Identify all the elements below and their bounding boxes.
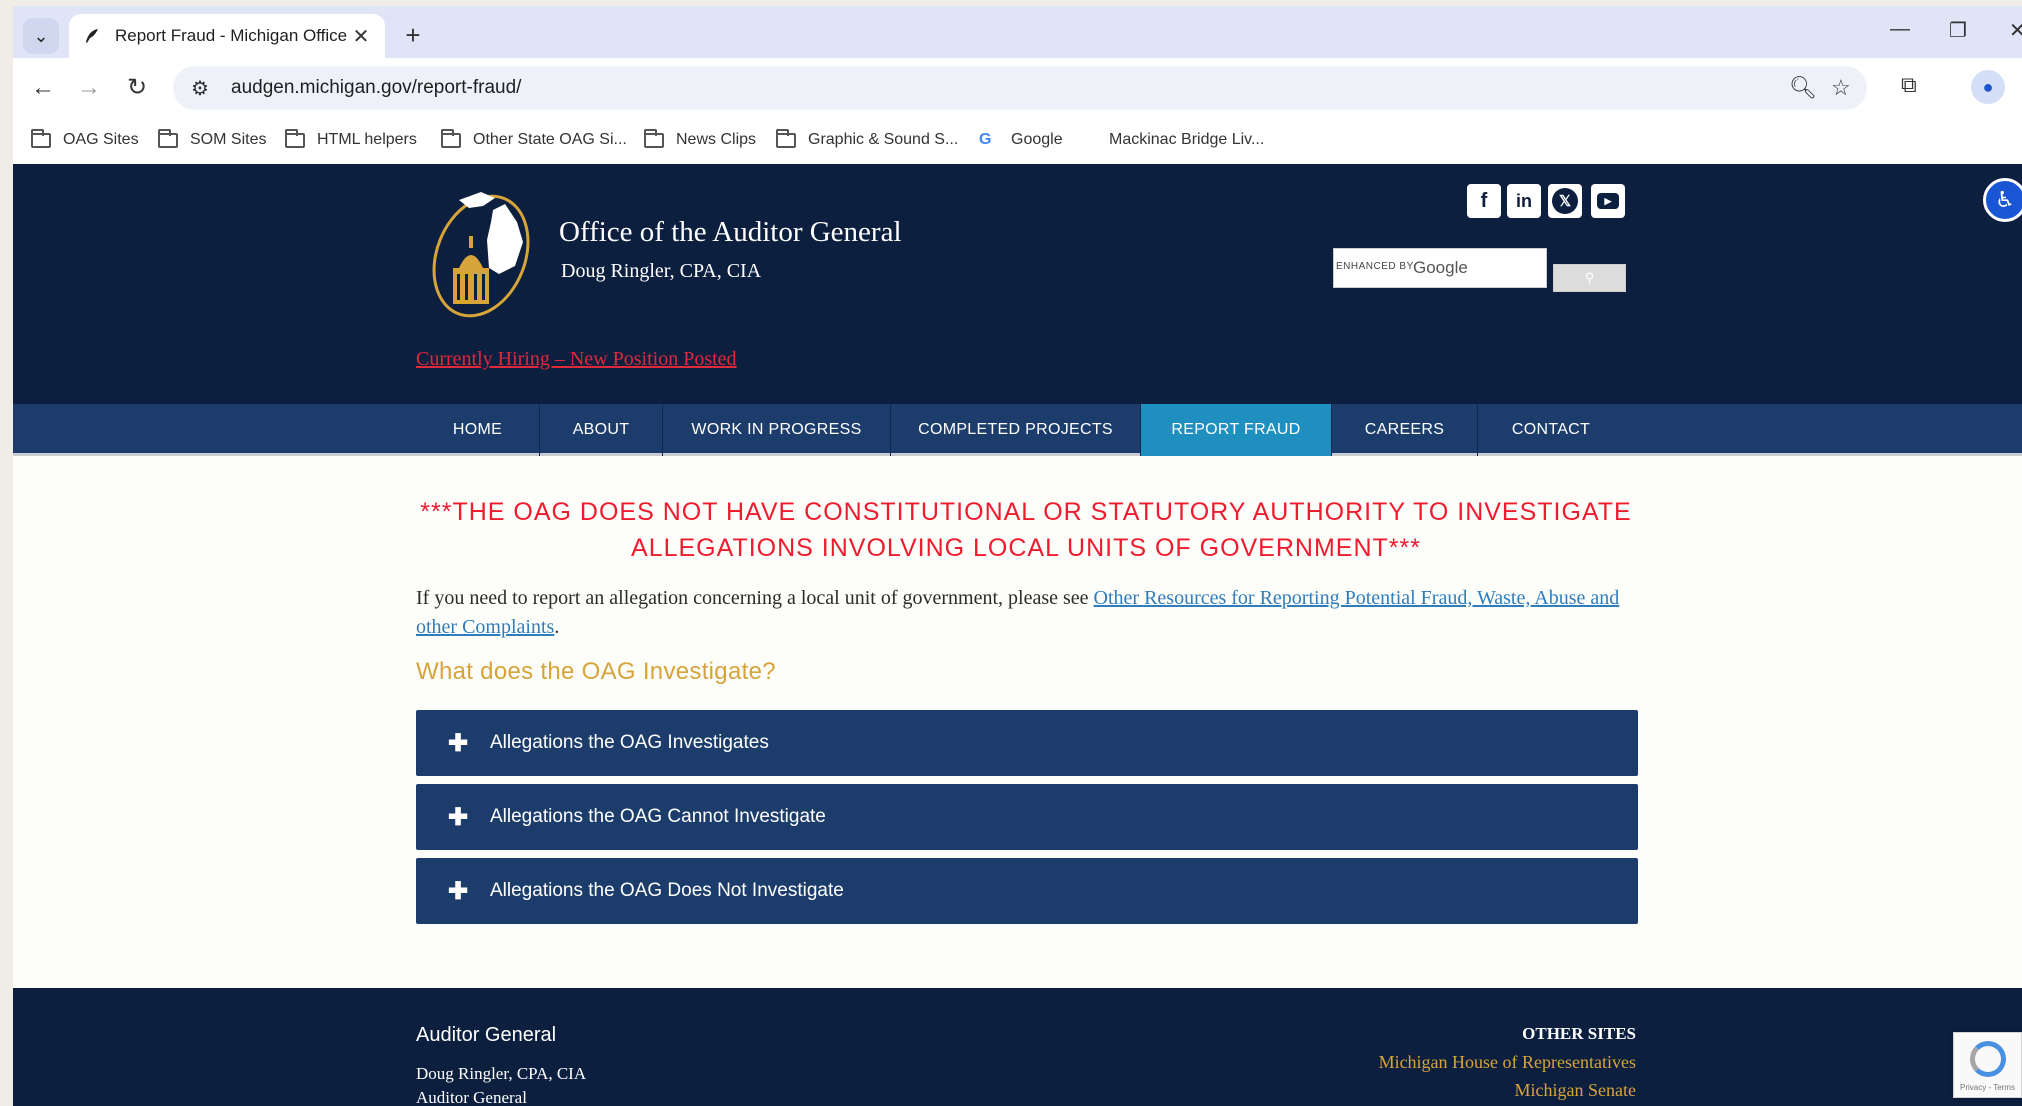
bookmark-news-clips[interactable]: News Clips bbox=[644, 128, 757, 149]
active-tab[interactable]: Report Fraud - Michigan Office ✕ bbox=[69, 14, 385, 58]
plus-icon: ✚ bbox=[448, 803, 469, 831]
nav-contact[interactable]: CONTACT bbox=[1478, 404, 1624, 456]
plus-icon: ✚ bbox=[448, 729, 469, 757]
profile-avatar-icon[interactable]: ● bbox=[1971, 70, 2005, 104]
org-subtitle: Doug Ringler, CPA, CIA bbox=[561, 260, 762, 282]
bookmark-mackinac[interactable]: Mackinac Bridge Liv... bbox=[1109, 131, 1264, 149]
recaptcha-icon bbox=[1970, 1041, 2006, 1077]
forward-icon[interactable]: → bbox=[73, 72, 105, 104]
nav-home[interactable]: HOME bbox=[416, 404, 540, 456]
restore-icon[interactable]: ❐ bbox=[1949, 18, 1967, 43]
footer-link-senate[interactable]: Michigan Senate bbox=[1213, 1080, 1636, 1101]
bookmark-label: SOM Sites bbox=[190, 131, 267, 148]
site-info-icon[interactable]: ⚙ bbox=[191, 76, 209, 101]
org-name: Office of the Auditor General bbox=[559, 216, 902, 248]
tab-strip: ⌄ Report Fraud - Michigan Office ✕ + — ❐… bbox=[13, 6, 2022, 58]
reload-icon[interactable]: ↻ bbox=[121, 72, 153, 104]
folder-icon bbox=[441, 128, 463, 149]
tab-search-button[interactable]: ⌄ bbox=[23, 18, 59, 54]
folder-icon bbox=[285, 128, 307, 149]
tab-title: Report Fraud - Michigan Office bbox=[115, 26, 348, 45]
accordion-cannot-investigate[interactable]: ✚ Allegations the OAG Cannot Investigate bbox=[416, 784, 1638, 850]
youtube-icon[interactable]: ▶ bbox=[1591, 184, 1625, 218]
back-icon[interactable]: ← bbox=[27, 72, 59, 104]
nav-about[interactable]: ABOUT bbox=[540, 404, 663, 456]
bookmark-graphic-sound[interactable]: Graphic & Sound S... bbox=[776, 128, 959, 149]
intro-text: If you need to report an allegation conc… bbox=[416, 587, 1094, 609]
bookmark-star-icon[interactable]: ☆ bbox=[1831, 75, 1851, 101]
web-page: Office of the Auditor General Doug Ringl… bbox=[13, 164, 2022, 1106]
url-text: audgen.michigan.gov/report-fraud/ bbox=[231, 77, 522, 98]
site-header: Office of the Auditor General Doug Ringl… bbox=[13, 164, 2022, 404]
minimize-icon[interactable]: — bbox=[1890, 18, 1910, 41]
accordion-label: Allegations the OAG Cannot Investigate bbox=[490, 806, 826, 827]
bookmark-label: OAG Sites bbox=[63, 131, 139, 148]
accordion-label: Allegations the OAG Investigates bbox=[490, 732, 769, 753]
close-tab-icon[interactable]: ✕ bbox=[349, 24, 373, 49]
footer-name: Doug Ringler, CPA, CIA bbox=[416, 1064, 587, 1083]
intro-end: . bbox=[554, 616, 560, 638]
bookmarks-bar: OAG Sites SOM Sites HTML helpers Other S… bbox=[13, 118, 2022, 164]
search-enhanced-label: ENHANCED BY bbox=[1336, 261, 1414, 272]
folder-icon bbox=[158, 128, 180, 149]
bookmark-label: HTML helpers bbox=[317, 131, 417, 148]
bookmark-label: Other State OAG Si... bbox=[473, 131, 627, 148]
bookmark-html-helpers[interactable]: HTML helpers bbox=[285, 128, 417, 149]
nav-report-fraud[interactable]: REPORT FRAUD bbox=[1141, 404, 1332, 456]
close-window-icon[interactable]: ✕ bbox=[2009, 18, 2022, 43]
favicon-icon bbox=[81, 25, 103, 47]
bookmark-google[interactable]: G Google bbox=[979, 131, 1063, 149]
linkedin-icon[interactable]: in bbox=[1507, 184, 1541, 218]
bookmark-label: Graphic & Sound S... bbox=[808, 131, 959, 148]
accordion-investigates[interactable]: ✚ Allegations the OAG Investigates bbox=[416, 710, 1638, 776]
nav-careers[interactable]: CAREERS bbox=[1332, 404, 1478, 456]
zoom-icon[interactable]: 🔍︎ bbox=[1789, 75, 1817, 101]
chevron-down-icon: ⌄ bbox=[33, 25, 49, 46]
footer-link-house[interactable]: Michigan House of Representatives bbox=[1213, 1052, 1636, 1073]
recaptcha-privacy-terms: Privacy - Terms bbox=[1960, 1083, 2015, 1092]
authority-notice: ***THE OAG DOES NOT HAVE CONSTITUTIONAL … bbox=[420, 498, 1632, 562]
plus-icon: ✚ bbox=[448, 877, 469, 905]
oag-logo[interactable] bbox=[419, 170, 549, 320]
menu-icon[interactable]: ⋮ bbox=[2015, 72, 2022, 98]
folder-icon bbox=[31, 128, 53, 149]
new-tab-button[interactable]: + bbox=[397, 20, 429, 52]
search-icon: ⚲ bbox=[1584, 270, 1595, 285]
hiring-link[interactable]: Currently Hiring – New Position Posted bbox=[416, 348, 737, 371]
recaptcha-badge[interactable]: Privacy - Terms bbox=[1953, 1032, 2022, 1098]
google-icon: G bbox=[979, 131, 992, 148]
bookmark-som-sites[interactable]: SOM Sites bbox=[158, 128, 267, 149]
bookmark-label: Google bbox=[1011, 131, 1063, 148]
browser-toolbar: ← → ↻ ⚙ audgen.michigan.gov/report-fraud… bbox=[13, 58, 2022, 118]
accessibility-icon[interactable]: ♿︎ bbox=[1983, 178, 2022, 222]
browser-chrome: ⌄ Report Fraud - Michigan Office ✕ + — ❐… bbox=[13, 6, 2022, 164]
folder-icon bbox=[644, 128, 666, 149]
search-input[interactable]: ENHANCED BY Google bbox=[1333, 248, 1547, 288]
intro-paragraph: If you need to report an allegation conc… bbox=[416, 584, 1638, 642]
nav-completed-projects[interactable]: COMPLETED PROJECTS bbox=[891, 404, 1141, 456]
accordion-label: Allegations the OAG Does Not Investigate bbox=[490, 880, 844, 901]
bookmark-oag-sites[interactable]: OAG Sites bbox=[31, 128, 139, 149]
x-icon[interactable]: 𝕏 bbox=[1548, 184, 1582, 218]
extensions-icon[interactable]: ⧉ bbox=[1901, 72, 1917, 98]
facebook-icon[interactable]: f bbox=[1467, 184, 1501, 218]
bookmark-label: News Clips bbox=[676, 131, 757, 148]
section-heading: What does the OAG Investigate? bbox=[416, 658, 776, 685]
footer-title: Auditor General bbox=[416, 1024, 557, 1046]
bookmark-other-state-oag[interactable]: Other State OAG Si... bbox=[441, 128, 627, 149]
main-nav: HOME ABOUT WORK IN PROGRESS COMPLETED PR… bbox=[13, 404, 2022, 456]
nav-work-in-progress[interactable]: WORK IN PROGRESS bbox=[663, 404, 891, 456]
site-footer: Auditor General Doug Ringler, CPA, CIA A… bbox=[13, 988, 2022, 1106]
search-button[interactable]: ⚲ bbox=[1553, 264, 1626, 292]
accordion-does-not-investigate[interactable]: ✚ Allegations the OAG Does Not Investiga… bbox=[416, 858, 1638, 924]
folder-icon bbox=[776, 128, 798, 149]
bookmark-label: Mackinac Bridge Liv... bbox=[1109, 131, 1265, 148]
other-sites-heading: OTHER SITES bbox=[1522, 1024, 1636, 1043]
search-google-label: Google bbox=[1413, 258, 1468, 277]
footer-role: Auditor General bbox=[416, 1088, 527, 1106]
address-bar[interactable]: ⚙ audgen.michigan.gov/report-fraud/ 🔍︎ ☆ bbox=[173, 66, 1867, 110]
